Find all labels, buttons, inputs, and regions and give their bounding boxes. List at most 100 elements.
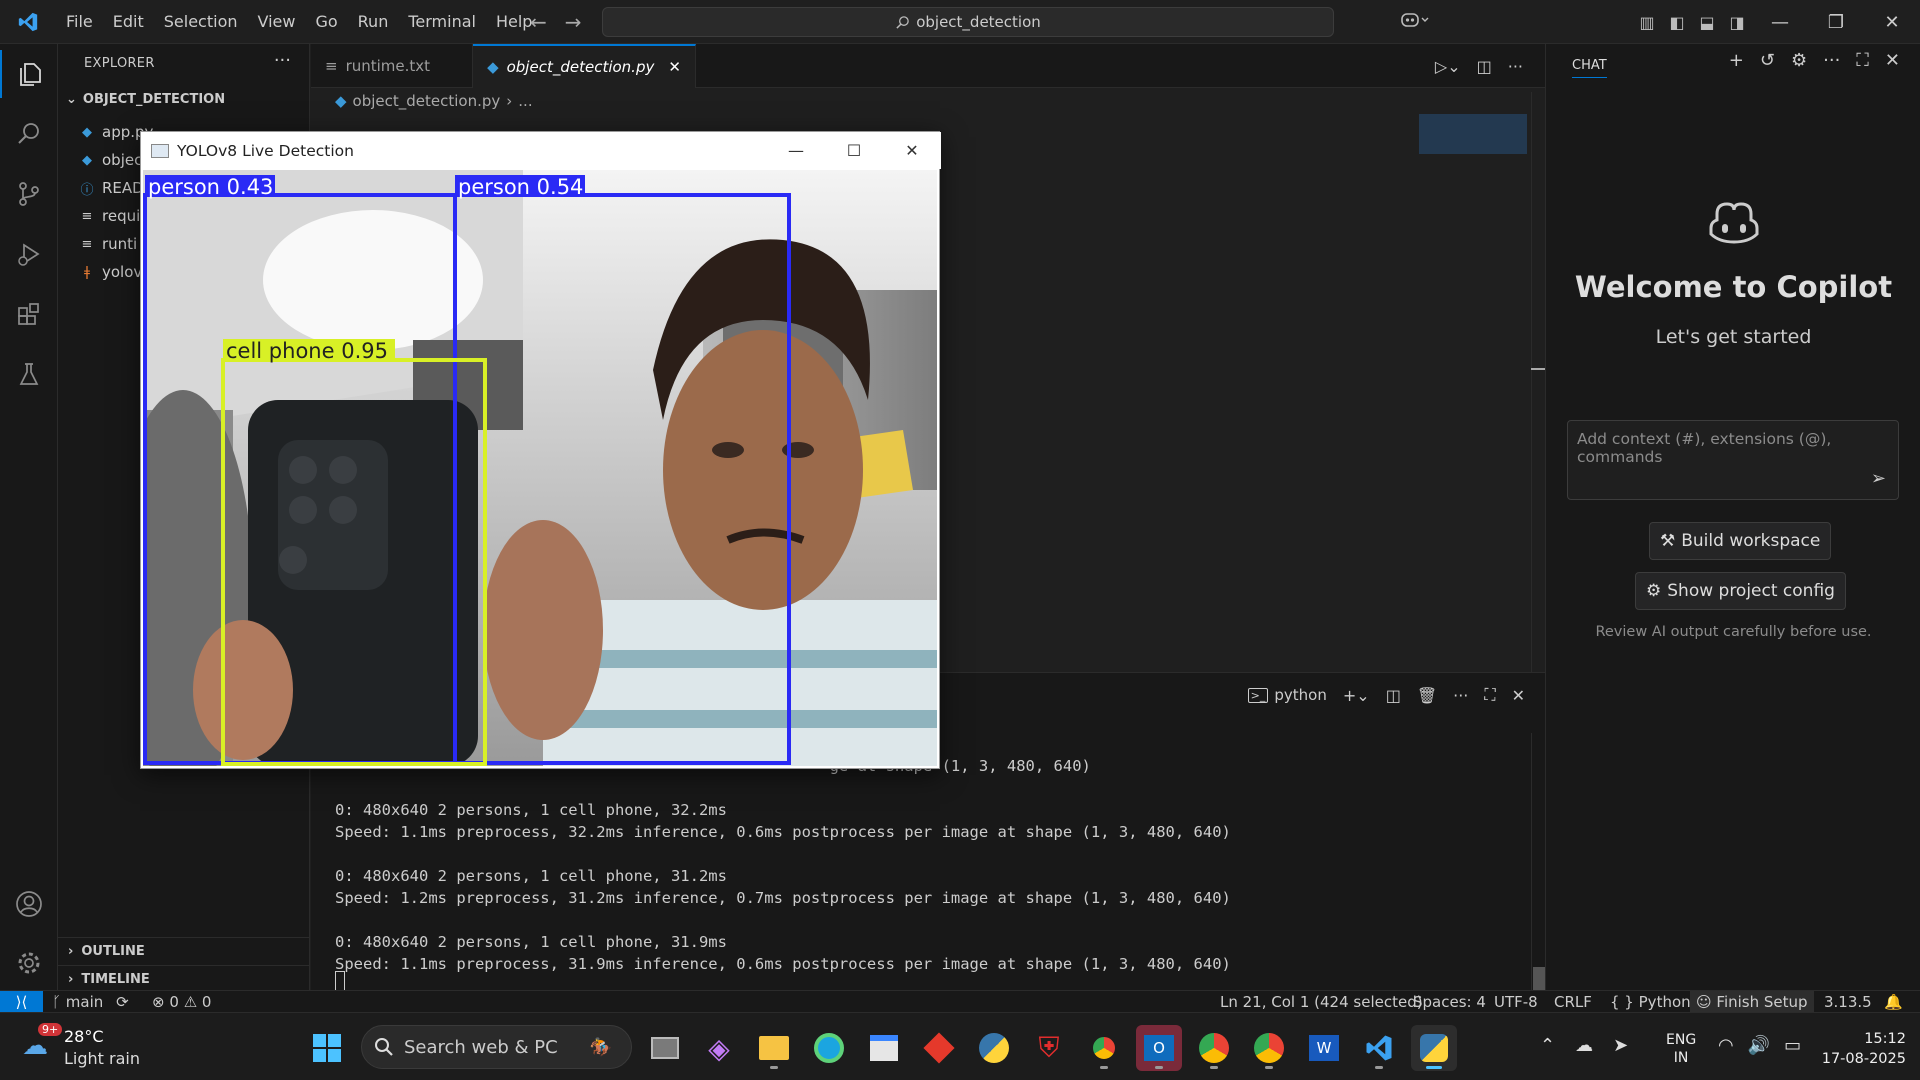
- word-app[interactable]: W: [1301, 1025, 1347, 1071]
- store-app[interactable]: [861, 1025, 907, 1071]
- split-editor-icon[interactable]: ◫: [1477, 57, 1492, 76]
- more-actions-icon[interactable]: ···: [1453, 686, 1468, 705]
- forward-arrow-icon[interactable]: →: [565, 10, 582, 34]
- copilot-app[interactable]: ◈: [696, 1025, 742, 1071]
- back-arrow-icon[interactable]: ←: [530, 10, 547, 34]
- gear-icon[interactable]: ⚙: [1791, 50, 1807, 71]
- finish-setup-button[interactable]: ☺ Finish Setup: [1690, 991, 1814, 1013]
- outline-section[interactable]: › OUTLINE: [58, 937, 310, 965]
- close-icon[interactable]: ✕: [1864, 12, 1920, 33]
- maximize-icon[interactable]: ⛶: [1856, 50, 1869, 71]
- new-chat-icon[interactable]: +: [1729, 50, 1744, 71]
- close-icon[interactable]: ✕: [1885, 50, 1900, 71]
- search-activity[interactable]: [0, 110, 58, 158]
- python-window-app[interactable]: [1411, 1025, 1457, 1071]
- line-endings[interactable]: CRLF: [1554, 991, 1592, 1013]
- task-view-app[interactable]: [642, 1025, 688, 1071]
- terminal-scroll-thumb[interactable]: [1533, 967, 1545, 991]
- toggle-sidebar-icon[interactable]: ◧: [1662, 13, 1692, 32]
- breadcrumb-symbol[interactable]: ...: [518, 92, 532, 110]
- minimize-icon[interactable]: —: [767, 132, 825, 169]
- onedrive-icon[interactable]: ☁: [1575, 1035, 1593, 1056]
- explorer-activity[interactable]: [0, 50, 58, 98]
- weather-widget[interactable]: ☁ 9+ 28°C Light rain: [20, 1023, 180, 1073]
- build-workspace-button[interactable]: ⚒ Build workspace: [1649, 522, 1832, 560]
- terminal-output[interactable]: ge at shape (1, 3, 480, 640)0: 480x640 2…: [335, 733, 1231, 1019]
- cursor-position[interactable]: Ln 21, Col 1 (424 selected): [1220, 991, 1423, 1013]
- folder-header[interactable]: ⌄ OBJECT_DETECTION: [66, 92, 225, 107]
- more-actions-icon[interactable]: ···: [1823, 50, 1840, 71]
- source-control-activity[interactable]: [0, 170, 58, 218]
- maximize-icon[interactable]: ☐: [825, 132, 883, 169]
- command-center-search[interactable]: object_detection: [602, 7, 1334, 37]
- accounts-activity[interactable]: [0, 880, 58, 928]
- remote-indicator[interactable]: ⟩⟨: [0, 991, 43, 1013]
- terminal-scrollbar[interactable]: [1531, 733, 1545, 991]
- yolo-title-bar[interactable]: YOLOv8 Live Detection — ☐ ✕: [141, 132, 941, 169]
- tab-runtime[interactable]: ≡ runtime.txt: [311, 44, 474, 88]
- python-version[interactable]: 3.13.5: [1824, 991, 1872, 1013]
- taskbar-search[interactable]: Search web & PC 🏇: [361, 1025, 632, 1069]
- branch-status[interactable]: ᚴ main ⟳: [52, 991, 129, 1013]
- minimize-icon[interactable]: —: [1752, 12, 1808, 33]
- close-tab-icon[interactable]: ✕: [668, 58, 681, 76]
- new-terminal-icon[interactable]: +⌄: [1343, 686, 1370, 705]
- mcafee-app[interactable]: ⛨: [1026, 1025, 1072, 1071]
- menu-selection[interactable]: Selection: [154, 0, 248, 44]
- toggle-secondary-sidebar-icon[interactable]: ◨: [1722, 13, 1752, 32]
- testing-activity[interactable]: [0, 350, 58, 398]
- history-icon[interactable]: ↺: [1760, 50, 1775, 71]
- chrome-app-3[interactable]: [1246, 1025, 1292, 1071]
- outlook-app[interactable]: O: [1136, 1025, 1182, 1071]
- chrome-app-1[interactable]: [1081, 1025, 1127, 1071]
- toggle-panel-icon[interactable]: ⬓: [1692, 13, 1722, 32]
- menu-view[interactable]: View: [248, 0, 306, 44]
- chrome-app-2[interactable]: [1191, 1025, 1237, 1071]
- bell-icon[interactable]: 🔔: [1884, 991, 1903, 1013]
- yolo-detection-window[interactable]: YOLOv8 Live Detection — ☐ ✕ person 0.43 …: [140, 131, 941, 769]
- show-project-config-button[interactable]: ⚙ Show project config: [1635, 572, 1846, 610]
- trash-icon[interactable]: 🗑: [1417, 686, 1437, 705]
- more-actions-icon[interactable]: ···: [1508, 57, 1523, 76]
- copilot-menu-icon[interactable]: [1388, 11, 1442, 33]
- run-file-icon[interactable]: ▷⌄: [1435, 57, 1461, 76]
- edge-app[interactable]: [806, 1025, 852, 1071]
- split-terminal-icon[interactable]: ◫: [1386, 686, 1401, 705]
- language-mode[interactable]: { } Python: [1610, 991, 1691, 1013]
- chat-tab[interactable]: CHAT: [1572, 58, 1607, 78]
- maximize-panel-icon[interactable]: ⛶: [1484, 685, 1495, 705]
- menu-edit[interactable]: Edit: [103, 0, 154, 44]
- breadcrumb-file[interactable]: object_detection.py: [353, 92, 501, 110]
- indentation[interactable]: Spaces: 4: [1413, 991, 1486, 1013]
- git-app[interactable]: [916, 1025, 962, 1071]
- minimap[interactable]: [1419, 114, 1527, 154]
- start-button[interactable]: [304, 1025, 350, 1071]
- quick-settings[interactable]: ◠ 🔊 ▭: [1718, 1035, 1801, 1056]
- customize-layout-icon[interactable]: ▥: [1632, 13, 1662, 32]
- chat-input[interactable]: Add context (#), extensions (@), command…: [1567, 420, 1899, 500]
- timeline-section[interactable]: › TIMELINE: [58, 965, 310, 993]
- close-panel-icon[interactable]: ✕: [1512, 686, 1525, 705]
- restore-icon[interactable]: ❐: [1808, 12, 1864, 33]
- run-debug-activity[interactable]: [0, 230, 58, 278]
- close-icon[interactable]: ✕: [883, 132, 941, 169]
- encoding[interactable]: UTF-8: [1494, 991, 1538, 1013]
- menu-go[interactable]: Go: [305, 0, 347, 44]
- language-indicator[interactable]: ENG IN: [1666, 1031, 1696, 1067]
- menu-terminal[interactable]: Terminal: [398, 0, 486, 44]
- clock[interactable]: 15:12 17-08-2025: [1816, 1029, 1906, 1069]
- terminal-shell-selector[interactable]: >_ python: [1247, 686, 1327, 704]
- location-icon[interactable]: ➤: [1613, 1035, 1628, 1056]
- extensions-activity[interactable]: [0, 290, 58, 338]
- tab-object-detection[interactable]: ◆ object_detection.py ✕: [473, 44, 696, 88]
- chevron-up-icon[interactable]: ⌃: [1540, 1035, 1555, 1056]
- send-icon[interactable]: ➢: [1871, 468, 1886, 489]
- problems-status[interactable]: ⊗ 0 ⚠ 0: [152, 991, 211, 1013]
- menu-run[interactable]: Run: [348, 0, 399, 44]
- menu-file[interactable]: File: [56, 0, 103, 44]
- vscode-app[interactable]: [1356, 1025, 1402, 1071]
- editor-scrollbar[interactable]: [1531, 92, 1545, 672]
- python-app[interactable]: [971, 1025, 1017, 1071]
- more-actions-icon[interactable]: ···: [274, 50, 291, 71]
- manage-activity[interactable]: [0, 939, 58, 987]
